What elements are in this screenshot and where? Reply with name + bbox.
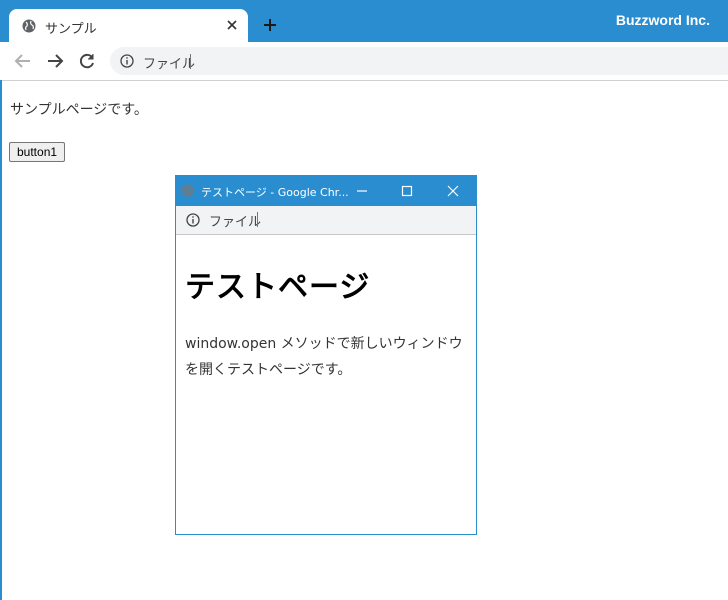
globe-icon <box>22 19 36 33</box>
minimize-icon[interactable] <box>355 184 369 198</box>
popup-heading: テストページ <box>185 270 371 305</box>
new-tab-icon[interactable] <box>262 17 278 33</box>
tab-sample[interactable]: サンプル <box>9 9 248 42</box>
page-text: サンプルページです。 <box>10 102 148 118</box>
address-scheme: ファイル <box>143 57 196 72</box>
browser-toolbar: ファイル <box>0 42 728 81</box>
globe-icon <box>181 184 194 197</box>
address-separator <box>257 212 258 227</box>
popup-address-scheme: ファイル <box>209 215 262 230</box>
close-icon[interactable] <box>446 184 460 198</box>
popup-title: テストページ - Google Chr... <box>201 186 349 199</box>
popup-window: テストページ - Google Chr... ファイル テストページ windo… <box>175 175 477 535</box>
address-separator <box>190 54 191 69</box>
brand-label: Buzzword Inc. <box>615 12 710 28</box>
popup-address-bar[interactable]: ファイル <box>176 206 476 235</box>
forward-arrow-icon[interactable] <box>46 52 64 70</box>
back-arrow-icon[interactable] <box>14 52 32 70</box>
browser-titlebar: サンプル Buzzword Inc. <box>0 0 728 42</box>
popup-description: window.open メソッドで新しいウィンドウを開くテストページです。 <box>185 336 463 378</box>
button1[interactable]: button1 <box>9 142 66 162</box>
tab-title: サンプル <box>45 22 97 37</box>
popup-titlebar[interactable]: テストページ - Google Chr... <box>176 176 476 206</box>
reload-icon[interactable] <box>78 52 96 70</box>
close-icon[interactable] <box>224 17 240 33</box>
info-icon[interactable] <box>186 213 200 227</box>
address-bar[interactable]: ファイル <box>110 47 728 75</box>
window-edge <box>0 80 2 600</box>
info-icon[interactable] <box>120 54 134 68</box>
maximize-icon[interactable] <box>400 184 414 198</box>
